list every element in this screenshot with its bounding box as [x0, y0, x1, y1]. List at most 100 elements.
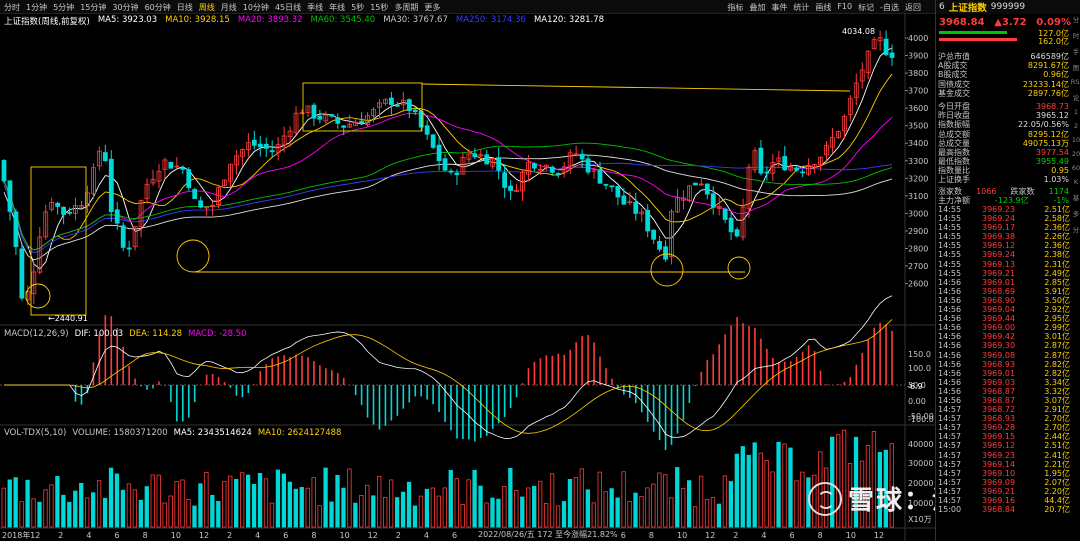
volume-bar [591, 502, 596, 528]
side-tool-13[interactable]: 多 [1073, 208, 1080, 218]
tick-list[interactable]: 14:55 3969.23 2.51亿 14:55 3969.24 2.58亿 14:55 3… [936, 205, 1080, 514]
volume-bar [681, 488, 686, 528]
time-axis-label: 6 [115, 531, 120, 540]
side-tool-14[interactable]: 分 [1073, 224, 1080, 234]
volume-bar [168, 495, 173, 528]
candle-body [883, 38, 889, 56]
price-axis-label: 3300 [908, 157, 928, 166]
candle-body [424, 125, 430, 135]
side-tool-8[interactable]: 10 [1072, 136, 1080, 144]
time-axis-label: 6 [452, 531, 457, 540]
candle-body [251, 139, 257, 146]
price-axis-label: 3500 [908, 122, 928, 131]
volume-bar [675, 467, 680, 528]
kline-chart[interactable]: 4034.08 ←2440.91 4000 3900 3800 3700 3600 3500… [0, 0, 935, 541]
stat-label: 指数振幅 [938, 120, 970, 130]
tick-row: 14:55 3969.17 2.36亿 [936, 223, 1080, 232]
volume-bar [222, 480, 227, 528]
tick-row: 14:57 3969.16 44.4亿 [936, 496, 1080, 505]
volume-bar [371, 495, 376, 528]
side-tool-11[interactable]: K [1074, 178, 1078, 186]
volume-bar [621, 471, 626, 528]
candle-body [728, 217, 734, 233]
stat-value: 3965.12 [1035, 111, 1069, 121]
tick-price: 3969.14 [982, 459, 1016, 469]
tick-volume: 2.82亿 [1044, 368, 1070, 378]
tick-volume: 2.31亿 [1044, 259, 1070, 269]
tick-row: 14:55 3969.24 2.38亿 [936, 250, 1080, 259]
vol-volume: VOLUME: 1580371200 [72, 428, 168, 438]
price-axis-label: 2800 [908, 244, 928, 253]
volume-bar [490, 497, 495, 528]
volume-bar [740, 446, 745, 528]
stat-row: B股成交 0.96亿 [936, 70, 1080, 79]
last-price: 3968.84 [939, 17, 985, 28]
time-axis-label: 12 [874, 531, 884, 540]
side-tool-4[interactable]: RSI [1071, 78, 1080, 86]
volume-bar [329, 501, 334, 528]
high-annotation: 4034.08 [842, 27, 875, 36]
volume-bar [108, 467, 114, 528]
stat-label: 最高指数 [938, 147, 970, 157]
candle-body [19, 248, 25, 299]
side-tool-7[interactable]: 2 [1074, 122, 1078, 130]
tick-time: 14:56 [938, 359, 962, 369]
side-tool-10[interactable]: 60 [1072, 164, 1080, 172]
side-tool-2[interactable]: 手 [1073, 46, 1080, 56]
macd-axis-label: 100.0 [908, 364, 931, 373]
tick-time: 14:57 [938, 441, 962, 451]
volume-bar [37, 501, 42, 528]
volume-bar [639, 496, 644, 528]
tick-price: 3969.12 [982, 241, 1016, 251]
side-tool-12[interactable]: 基 [1073, 192, 1080, 202]
side-tool-9[interactable]: 20 [1072, 150, 1080, 158]
candle-body [502, 172, 508, 188]
time-axis-label: 6 [790, 531, 795, 540]
side-tool-5[interactable]: 论 [1073, 92, 1080, 102]
dif-line [4, 295, 893, 439]
tick-volume: 2.21亿 [1044, 459, 1070, 469]
volume-bar [800, 471, 805, 528]
index-name[interactable]: 上证指数 [949, 0, 987, 14]
volume-bar [79, 482, 84, 528]
tick-price: 3969.12 [982, 441, 1016, 451]
candle-body [549, 166, 555, 173]
stat-row: 基金成交 2897.76亿 [936, 89, 1080, 98]
volume-bar [651, 483, 656, 528]
candle-body [472, 153, 478, 158]
tick-price: 3969.23 [982, 450, 1016, 460]
net-label: 主力净额 [938, 195, 970, 205]
candle-body [496, 157, 502, 171]
volume-bar [430, 487, 436, 528]
side-tool-1[interactable]: 时 [1073, 30, 1080, 40]
volume-bar [73, 490, 78, 528]
tick-time: 14:55 [938, 232, 962, 242]
macd-current: -6.9 [907, 382, 923, 391]
tick-time: 14:57 [938, 414, 962, 424]
side-tool-3[interactable]: 图 [1073, 62, 1080, 72]
tick-volume: 2.49亿 [1044, 268, 1070, 278]
candle-body [1, 160, 7, 182]
tick-price: 3969.38 [982, 232, 1016, 242]
snowball-logo-icon [808, 481, 842, 516]
volume-bar [323, 467, 328, 528]
volume-bar [13, 477, 18, 528]
tick-volume: 2.87亿 [1044, 341, 1070, 351]
candle-body [61, 206, 66, 215]
volume-bar [496, 498, 501, 528]
tick-time: 14:55 [938, 223, 962, 233]
stat-row: 上证换手 1.03% [936, 175, 1080, 184]
tick-time: 14:56 [938, 368, 962, 378]
volume-bar [770, 471, 775, 528]
volume-bar [210, 494, 215, 528]
tick-row: 14:57 3969.12 2.51亿 [936, 441, 1080, 450]
candle-body [67, 212, 72, 214]
tick-row: 14:56 3968.90 3.50亿 [936, 296, 1080, 305]
tick-volume: 1.95亿 [1044, 468, 1070, 478]
side-tool-0[interactable]: 分 [1073, 14, 1080, 24]
candle-body [782, 156, 788, 171]
candle-body [692, 182, 698, 186]
side-tool-6[interactable]: 1 [1074, 108, 1078, 116]
time-axis-label: 12 [705, 531, 715, 540]
volume-bar [365, 484, 370, 528]
